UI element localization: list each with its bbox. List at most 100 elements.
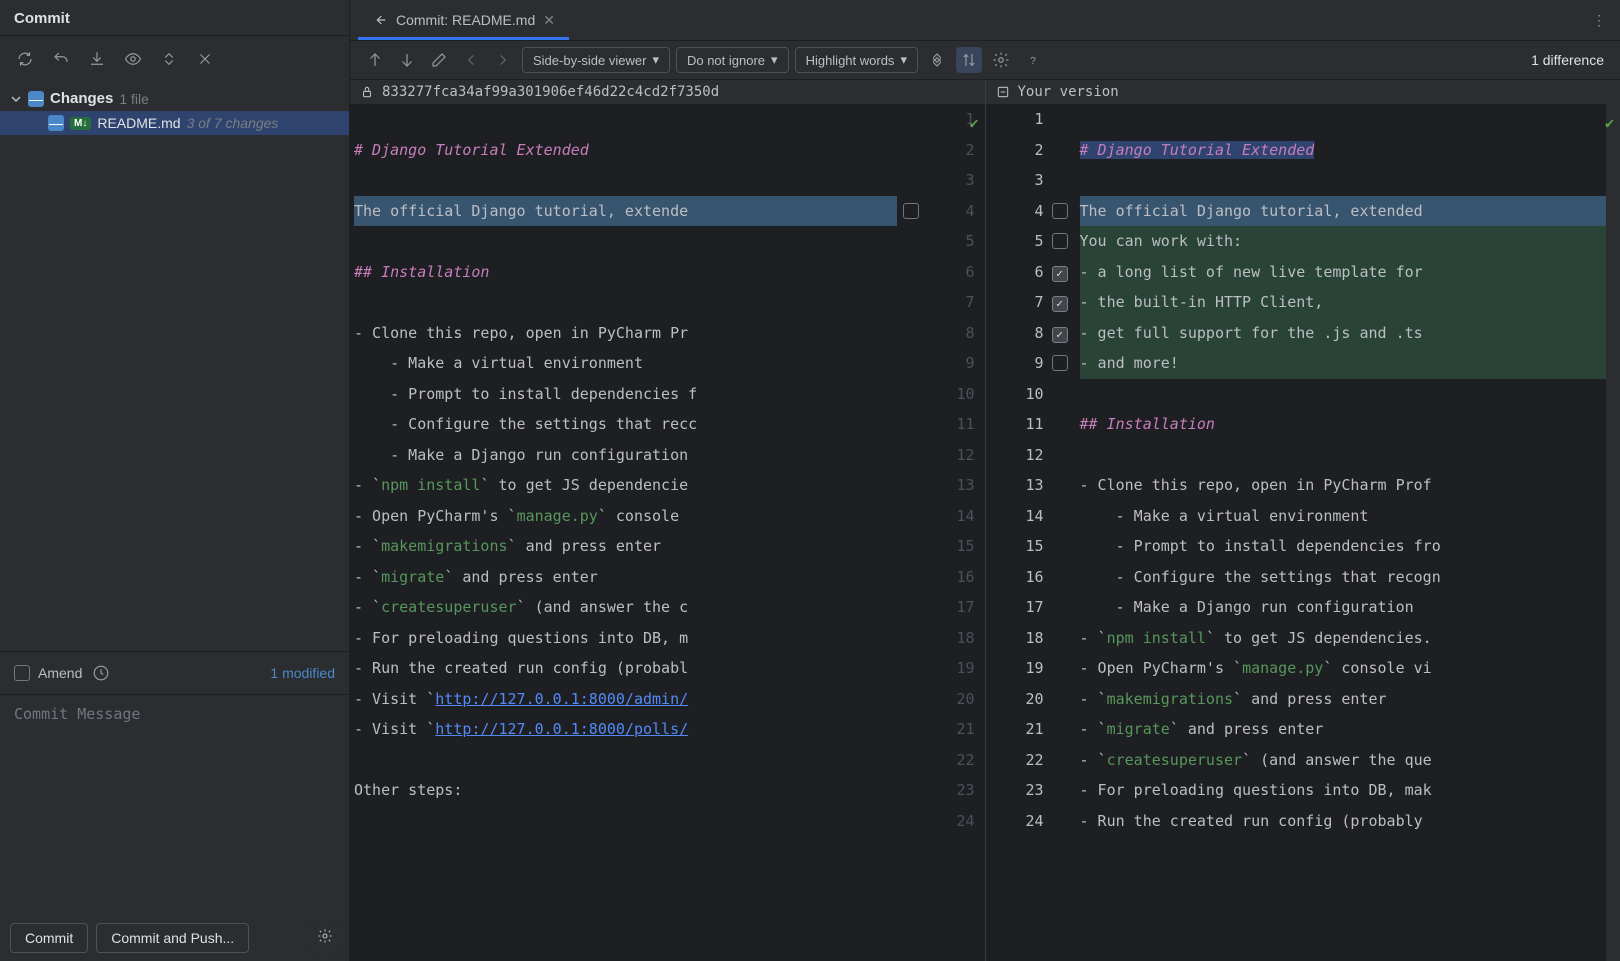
code-line: - Make a Django run configuration [1080,592,1607,623]
code-line: - Run the created run config (probabl [354,653,897,684]
commit-button[interactable]: Commit [10,923,88,953]
amend-row: Amend 1 modified [0,651,349,694]
code-line: - get full support for the .js and .ts [1080,318,1607,349]
edit-icon[interactable] [426,47,452,73]
changes-checkbox[interactable]: — [28,91,44,107]
version-left: 833277fca34af99a301906ef46d22c4cd2f7350d [350,80,985,104]
code-line: - `createsuperuser` (and answer the que [1080,745,1607,776]
line-checkbox[interactable]: ✓ [1052,296,1068,312]
code-line [354,104,897,135]
changes-tree: — Changes 1 file — M↓ README.md 3 of 7 c… [0,82,349,651]
ignore-dropdown[interactable]: Do not ignore▾ [676,47,789,73]
code-line: - Run the created run config (probably [1080,806,1607,837]
svg-text:?: ? [1030,55,1036,67]
diff-left[interactable]: ✔ # Django Tutorial Extended The officia… [350,104,985,961]
code-line [1080,379,1607,410]
code-line: The official Django tutorial, extended [1080,196,1607,227]
code-line: - Prompt to install dependencies f [354,379,897,410]
code-line: Other steps: [354,775,897,806]
code-line: - `makemigrations` and press enter [1080,684,1607,715]
code-line [354,806,897,837]
code-line: - For preloading questions into DB, mak [1080,775,1607,806]
file-change-count: 3 of 7 changes [187,115,279,131]
commit-toolbar [0,36,349,82]
code-line: - Visit `http://127.0.0.1:8000/polls/ [354,714,897,745]
prev-diff-icon[interactable] [362,47,388,73]
refresh-icon[interactable] [14,48,36,70]
amend-checkbox[interactable] [14,665,30,681]
code-line [354,226,897,257]
version-bar: 833277fca34af99a301906ef46d22c4cd2f7350d… [350,79,1620,104]
version-right-label: Your version [1018,84,1119,100]
collapse-icon[interactable] [924,47,950,73]
code-line: - `migrate` and press enter [354,562,897,593]
modified-count[interactable]: 1 modified [270,665,335,681]
tab-bar: Commit: README.md ✕ ⋮ [350,0,1620,40]
code-line: - Make a Django run configuration [354,440,897,471]
amend-label: Amend [38,665,82,681]
gear-icon[interactable] [988,47,1014,73]
forward-icon[interactable] [490,47,516,73]
chevron-down-icon [10,93,22,105]
version-hash: 833277fca34af99a301906ef46d22c4cd2f7350d [382,84,719,100]
line-checkbox[interactable] [1052,355,1068,371]
changes-node[interactable]: — Changes 1 file [0,86,349,111]
line-checkbox[interactable]: ✓ [1052,327,1068,343]
code-line [1080,104,1607,135]
close-icon[interactable] [194,48,216,70]
code-line: # Django Tutorial Extended [1080,135,1607,166]
code-line: - the built-in HTTP Client, [1080,287,1607,318]
tab-close-icon[interactable]: ✕ [543,12,555,29]
history-icon[interactable] [90,662,112,684]
tab-commit-readme[interactable]: Commit: README.md ✕ [358,0,569,40]
code-line [1080,440,1607,471]
help-icon[interactable]: ? [1020,47,1046,73]
code-line: ## Installation [354,257,897,288]
code-line: - `createsuperuser` (and answer the c [354,592,897,623]
code-line: - `npm install` to get JS dependencie [354,470,897,501]
viewer-mode-dropdown[interactable]: Side-by-side viewer▾ [522,47,670,73]
expand-icon[interactable] [158,48,180,70]
minimap[interactable] [1606,104,1620,961]
commit-buttons: Commit Commit and Push... [0,914,349,961]
commit-message-input[interactable]: Commit Message [0,694,349,914]
code-line [1080,165,1607,196]
back-icon[interactable] [458,47,484,73]
code-line: - and more! [1080,348,1607,379]
commit-panel: Commit — Changes 1 file — M↓ README.md 3… [0,0,350,961]
code-line: # Django Tutorial Extended [354,135,897,166]
code-line: - Make a virtual environment [1080,501,1607,532]
line-checkbox[interactable]: ✓ [1052,266,1068,282]
code-line: - Make a virtual environment [354,348,897,379]
code-line: - Open PyCharm's `manage.py` console [354,501,897,532]
file-row-readme[interactable]: — M↓ README.md 3 of 7 changes [0,111,349,135]
version-right: Your version [985,80,1620,104]
sync-scroll-icon[interactable] [956,47,982,73]
code-line: - `npm install` to get JS dependencies. [1080,623,1607,654]
undo-icon[interactable] [50,48,72,70]
changes-label: Changes [50,90,113,107]
download-icon[interactable] [86,48,108,70]
highlight-dropdown[interactable]: Highlight words▾ [795,47,918,73]
code-line: - Open PyCharm's `manage.py` console vi [1080,653,1607,684]
diff-right[interactable]: 123456789101112131415161718192021222324 … [986,104,1620,961]
line-checkbox[interactable] [903,203,919,219]
commit-and-push-button[interactable]: Commit and Push... [96,923,249,953]
code-line: - Configure the settings that recc [354,409,897,440]
commit-tab-icon [372,12,388,28]
code-line: - Configure the settings that recogn [1080,562,1607,593]
commit-settings-icon[interactable] [311,922,339,953]
minus-square-icon [996,85,1010,99]
tab-menu-icon[interactable]: ⋮ [1578,12,1620,29]
file-type-badge: M↓ [70,117,91,130]
file-checkbox[interactable]: — [48,115,64,131]
line-checkbox[interactable] [1052,233,1068,249]
line-checkbox[interactable] [1052,203,1068,219]
tab-title: Commit: README.md [396,12,535,28]
code-line: - Clone this repo, open in PyCharm Prof [1080,470,1607,501]
lock-icon [360,85,374,99]
next-diff-icon[interactable] [394,47,420,73]
code-line: - `makemigrations` and press enter [354,531,897,562]
eye-icon[interactable] [122,48,144,70]
diff-count: 1 difference [1531,52,1608,68]
